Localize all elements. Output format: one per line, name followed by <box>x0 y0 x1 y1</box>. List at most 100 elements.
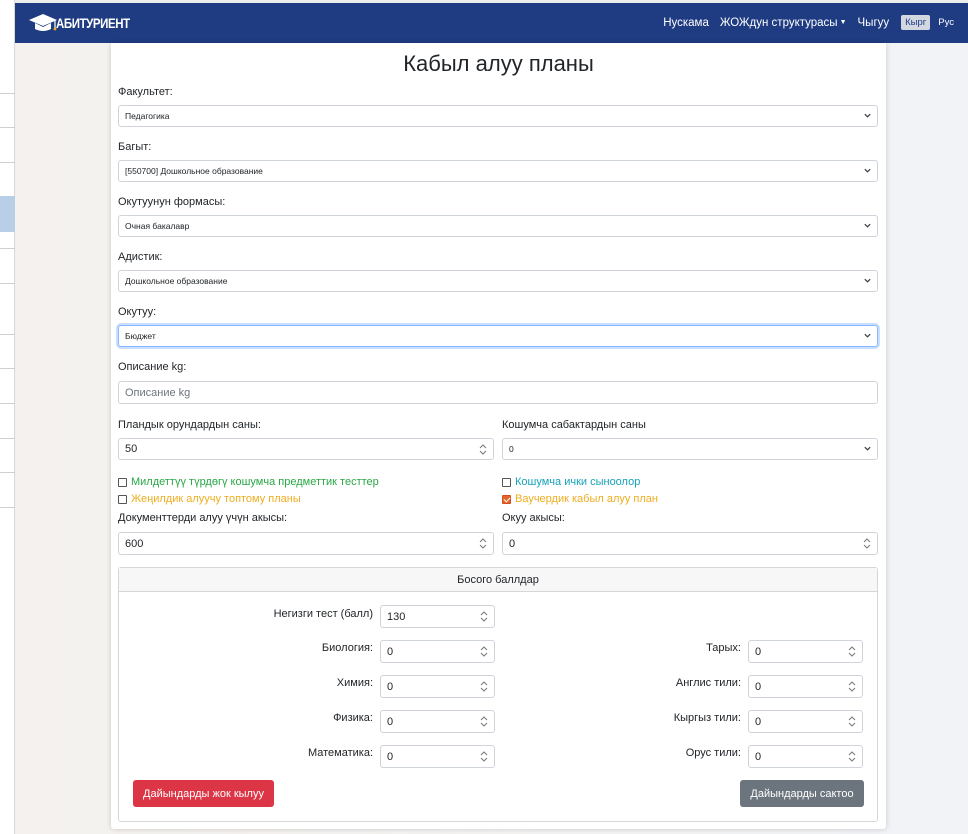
description-input[interactable]: Описание kg <box>118 381 878 404</box>
spinner-arrows-icon <box>480 681 488 692</box>
chevron-down-icon <box>864 446 871 451</box>
internal-exams-label: Кошумча ички сыноолор <box>515 476 641 488</box>
lang-russian-button[interactable]: Рус <box>934 15 958 30</box>
specialty-value: Дошкольное образование <box>125 276 228 286</box>
internal-exams-checkbox[interactable]: Кошумча ички сыноолор <box>502 476 640 488</box>
math-value: 0 <box>387 750 394 763</box>
main-test-input[interactable]: 130 <box>380 605 495 628</box>
history-input[interactable]: 0 <box>748 640 863 663</box>
faculty-label: Факультет: <box>118 86 173 98</box>
doc-fee-input[interactable]: 600 <box>118 532 494 555</box>
main-test-label: Негизги тест (балл) <box>273 608 373 620</box>
sidebar-active-item[interactable] <box>0 196 15 232</box>
nav-dropdown-label: ЖОЖдун структурасы <box>719 16 838 29</box>
spinner-arrows-icon <box>480 646 488 657</box>
faculty-value: Педагогика <box>125 111 170 121</box>
mandatory-tests-checkbox[interactable]: Милдеттүү түрдөгү кошумча предметтик тес… <box>118 476 379 488</box>
math-input[interactable]: 0 <box>380 745 495 768</box>
specialty-label: Адистик: <box>118 251 163 263</box>
study-form-label: Окутуунун формасы: <box>118 196 226 208</box>
spinner-arrows-icon <box>848 751 856 762</box>
tuition-fee-value: 0 <box>509 537 516 550</box>
planned-places-input[interactable]: 50 <box>118 438 494 460</box>
english-label: Англис тили: <box>675 677 741 689</box>
tuition-fee-label: Окуу акысы: <box>502 512 565 524</box>
history-label: Тарых: <box>706 642 741 654</box>
kyrgyz-label: Кыргыз тили: <box>673 712 741 724</box>
description-placeholder: Описание kg <box>125 386 191 399</box>
brand-name: АБИТУРИЕНТ <box>56 15 130 31</box>
spinner-arrows-icon <box>848 716 856 727</box>
spinner-arrows-icon <box>479 538 487 549</box>
biology-label: Биология: <box>321 642 373 654</box>
study-form-value: Очная бакалавр <box>125 221 190 231</box>
english-input[interactable]: 0 <box>748 675 863 698</box>
chevron-down-icon <box>864 113 871 118</box>
lang-kyrgyz-button[interactable]: Кырг <box>901 15 931 30</box>
russian-input[interactable]: 0 <box>748 745 863 768</box>
navbar: АБИТУРИЕНТ Нускама ЖОЖдун структурасы ▼ Ч… <box>15 3 968 43</box>
admission-plan-card: Кабыл алуу планы Факультет: Педагогика Б… <box>111 43 886 829</box>
faculty-select[interactable]: Педагогика <box>118 105 878 127</box>
checkbox-box[interactable] <box>118 477 127 487</box>
study-form-select[interactable]: Очная бакалавр <box>118 215 878 237</box>
save-data-button[interactable]: Дайындарды сактоо <box>740 780 864 807</box>
extra-subjects-label: Кошумча сабактардын саны <box>502 419 646 431</box>
russian-value: 0 <box>755 750 762 763</box>
physics-value: 0 <box>387 715 394 728</box>
chevron-down-icon <box>864 333 871 338</box>
chemistry-input[interactable]: 0 <box>380 675 495 698</box>
nav-link-instruction[interactable]: Нускама <box>663 17 709 29</box>
mandatory-tests-label: Милдеттүү түрдөгү кошумча предметтик тес… <box>131 476 379 488</box>
education-label: Окутуу: <box>118 306 157 318</box>
physics-input[interactable]: 0 <box>380 710 495 733</box>
chevron-down-icon <box>864 278 871 283</box>
kyrgyz-input[interactable]: 0 <box>748 710 863 733</box>
page-title: Кабыл алуу планы <box>403 51 594 76</box>
physics-label: Физика: <box>333 712 373 724</box>
spinner-arrows-icon <box>863 538 871 549</box>
extra-subjects-value: 0 <box>509 444 514 454</box>
chemistry-value: 0 <box>387 680 394 693</box>
education-value: Бюджет <box>125 331 156 341</box>
checkbox-box[interactable] <box>502 477 511 487</box>
caret-down-icon: ▼ <box>839 18 847 26</box>
doc-fee-label: Документтерди алуу үчүн акысы: <box>118 512 288 524</box>
checkbox-box[interactable] <box>118 494 127 504</box>
delete-data-button[interactable]: Дайындарды жок кылуу <box>133 780 274 807</box>
planned-places-value: 50 <box>125 443 138 455</box>
planned-places-label: Пландык орундардын саны: <box>118 419 261 431</box>
extra-subjects-select[interactable]: 0 <box>502 438 878 460</box>
specialty-select[interactable]: Дошкольное образование <box>118 270 878 292</box>
english-value: 0 <box>755 680 762 693</box>
history-value: 0 <box>755 645 762 658</box>
spinner-arrows-icon <box>848 646 856 657</box>
threshold-scores-panel: Босого баллдар Негизги тест (балл) 130 Б… <box>118 567 878 822</box>
education-select[interactable]: Бюджет <box>118 325 878 347</box>
main-test-value: 130 <box>387 610 406 623</box>
spinner-arrows-icon <box>479 444 487 455</box>
direction-select[interactable]: [550700] Дошкольное образование <box>118 160 878 182</box>
biology-value: 0 <box>387 645 394 658</box>
russian-label: Орус тили: <box>685 747 741 759</box>
checkbox-box-checked[interactable] <box>502 494 511 504</box>
chemistry-label: Химия: <box>336 677 373 689</box>
voucher-plan-checkbox[interactable]: Ваучердик кабыл алуу план <box>502 493 658 505</box>
chevron-down-icon <box>864 168 871 173</box>
privilege-plan-checkbox[interactable]: Жеңилдик алуучу топтому планы <box>118 493 301 505</box>
nav-dropdown-university-structure[interactable]: ЖОЖдун структурасы ▼ <box>720 17 847 29</box>
spinner-arrows-icon <box>480 611 488 622</box>
tuition-fee-input[interactable]: 0 <box>502 532 878 555</box>
chevron-down-icon <box>864 223 871 228</box>
direction-value: [550700] Дошкольное образование <box>125 166 263 176</box>
left-sidebar <box>0 0 15 834</box>
brand-logo[interactable]: АБИТУРИЕНТ <box>28 10 146 36</box>
doc-fee-value: 600 <box>125 537 144 550</box>
voucher-plan-label: Ваучердик кабыл алуу план <box>515 493 658 505</box>
spinner-arrows-icon <box>480 751 488 762</box>
nav-link-logout[interactable]: Чыгуу <box>858 17 890 29</box>
math-label: Математика: <box>307 747 373 759</box>
spinner-arrows-icon <box>480 716 488 727</box>
biology-input[interactable]: 0 <box>380 640 495 663</box>
direction-label: Багыт: <box>118 141 152 153</box>
